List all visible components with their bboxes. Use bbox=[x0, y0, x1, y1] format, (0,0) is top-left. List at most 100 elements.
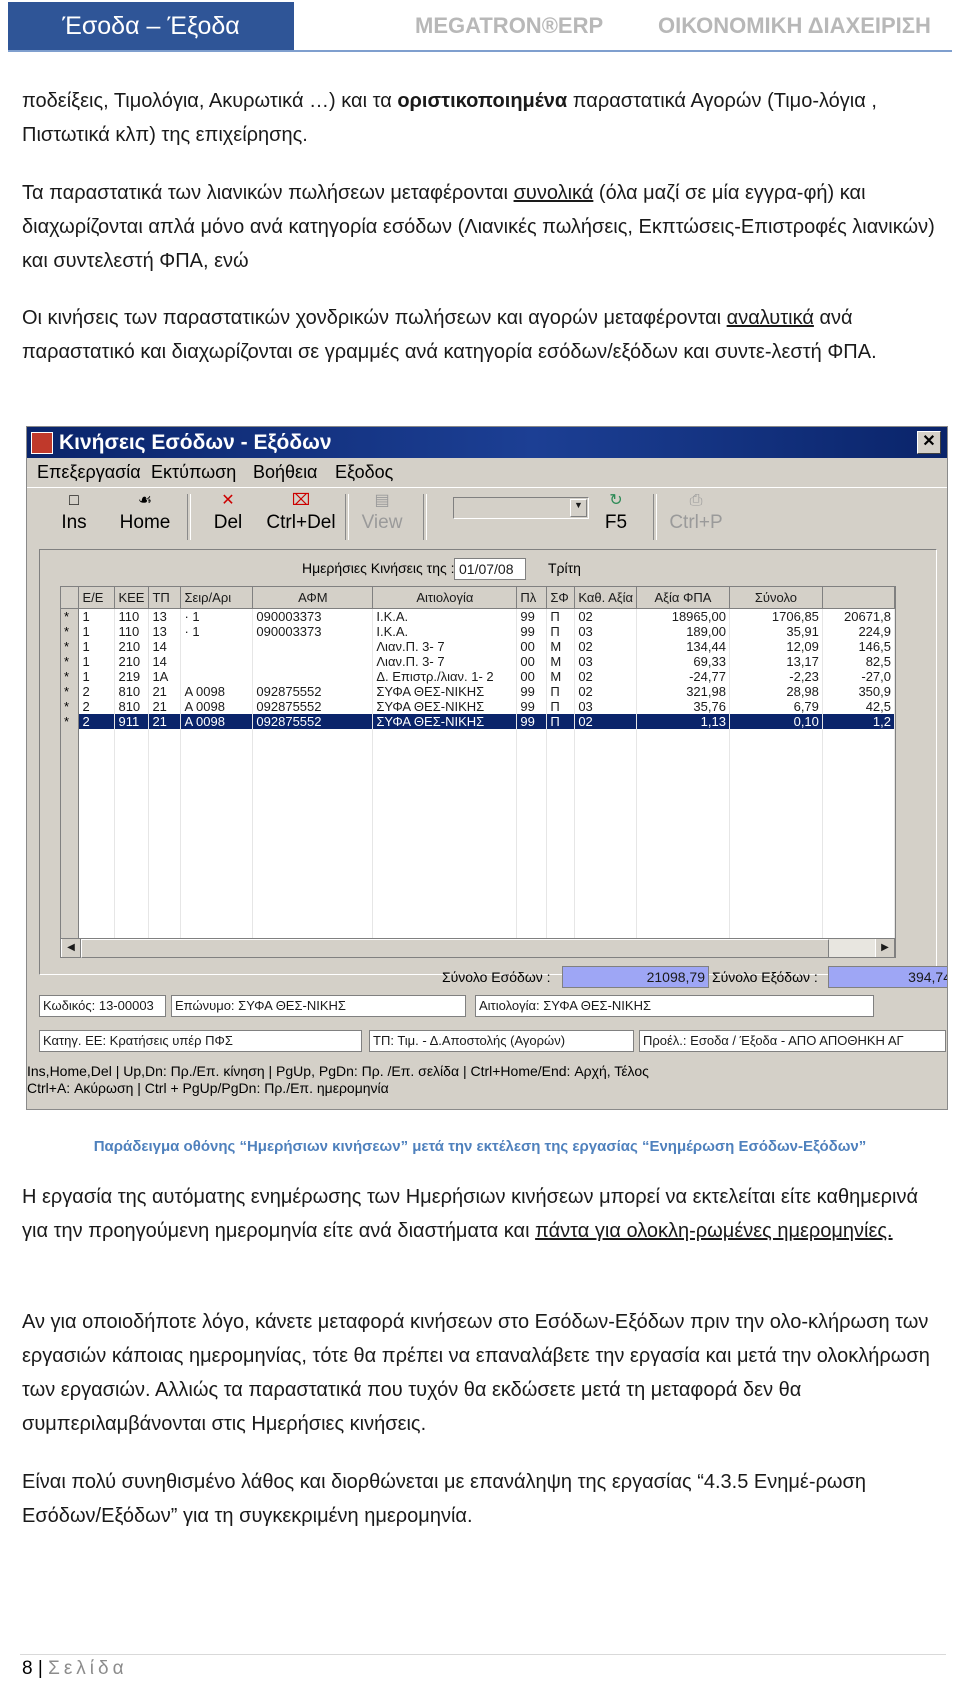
table-cell: 090003373 bbox=[252, 624, 374, 639]
table-cell: 321,98 bbox=[636, 684, 730, 699]
table-cell: 224,9 bbox=[822, 624, 895, 639]
table-cell bbox=[180, 669, 254, 684]
home-button[interactable]: ☙ Home bbox=[115, 490, 175, 544]
chevron-down-icon[interactable]: ▼ bbox=[570, 499, 587, 517]
table-cell bbox=[516, 789, 548, 804]
view-button[interactable]: ▤ View bbox=[357, 490, 407, 544]
table-cell bbox=[636, 864, 730, 879]
toolbar-separator bbox=[653, 494, 657, 540]
scroll-left-icon[interactable]: ◀ bbox=[61, 939, 81, 957]
ctrl-del-button[interactable]: ⌧ Ctrl+Del bbox=[263, 490, 339, 544]
table-cell bbox=[546, 894, 576, 909]
paragraph-3: Οι κινήσεις των παραστατικών χονδρικών π… bbox=[22, 301, 946, 369]
ins-button[interactable]: □ Ins bbox=[49, 490, 99, 544]
table-cell: 99 bbox=[516, 699, 548, 714]
footer-separator: | bbox=[32, 1658, 49, 1679]
table-row[interactable]: * 2 911 21 A 0098 092875552 ΣΥΦΑ ΘΕΣ-ΝΙΚΗΣ 99 Π 0… bbox=[61, 714, 895, 729]
table-cell bbox=[822, 894, 895, 909]
table-cell bbox=[729, 744, 823, 759]
table-cell: 1 bbox=[78, 608, 116, 624]
p2-underlined: συνολικά bbox=[513, 182, 594, 204]
table-cell bbox=[636, 819, 730, 834]
table-cell bbox=[822, 834, 895, 849]
table-cell: 18965,00 bbox=[636, 608, 730, 624]
table-cell bbox=[78, 909, 116, 924]
table-cell bbox=[180, 729, 254, 744]
column-header[interactable]: Αιτιολογία bbox=[372, 587, 518, 609]
delete-all-icon: ⌧ bbox=[291, 492, 311, 509]
empty-row bbox=[61, 894, 895, 909]
table-cell bbox=[516, 849, 548, 864]
table-cell bbox=[546, 834, 576, 849]
table-row[interactable]: * 1 219 1A Δ. Επιστρ./λιαν. 1- 2 00 Μ 02 -24,77-… bbox=[61, 669, 895, 684]
table-cell bbox=[252, 744, 374, 759]
menu-exit[interactable]: Εξοδος bbox=[335, 462, 393, 483]
table-cell bbox=[148, 894, 182, 909]
menu-help[interactable]: Βοήθεια bbox=[253, 462, 317, 483]
status-line-1: Ins,Home,Del | Up,Dn: Πρ./Επ. κίνηση | P… bbox=[27, 1063, 649, 1079]
close-button[interactable]: ✕ bbox=[917, 431, 941, 454]
table-row[interactable]: * 1 210 14 Λιαν.Π. 3- 7 00 Μ 03 69,33 13,17 82,5 bbox=[61, 654, 895, 669]
table-cell bbox=[372, 879, 518, 894]
table-cell bbox=[114, 924, 150, 939]
window-titlebar: Κινήσεις Εσόδων - Εξόδων ✕ bbox=[27, 427, 947, 458]
column-header[interactable]: Αξία ΦΠΑ bbox=[636, 587, 730, 609]
column-header[interactable]: Ε/Ε bbox=[78, 587, 116, 609]
table-cell bbox=[148, 909, 182, 924]
menu-print[interactable]: Εκτύπωση bbox=[151, 462, 236, 483]
p4-underlined: πάντα για ολοκλη-ρωμένες ημερομηνίες. bbox=[535, 1220, 893, 1242]
page-header: Έσοδα – Έξοδα MEGATRON®ERP ΟΙΚΟΝΟΜΙΚΗ ΔΙ… bbox=[0, 0, 960, 54]
table-cell bbox=[636, 789, 730, 804]
table-cell bbox=[636, 729, 730, 744]
table-cell bbox=[252, 894, 374, 909]
horizontal-scrollbar[interactable]: ◀ ▶ bbox=[60, 938, 896, 958]
del-button[interactable]: ✕ Del bbox=[203, 490, 253, 544]
table-row[interactable]: * 1 110 13 · 1 090003373 I.K.A. 99 Π 03 189,00 35,9… bbox=[61, 624, 895, 639]
day-name: Τρίτη bbox=[548, 560, 581, 576]
table-cell bbox=[729, 879, 823, 894]
table-cell bbox=[252, 909, 374, 924]
table-cell: A 0098 bbox=[180, 699, 254, 714]
column-header[interactable]: ΚΕΕ bbox=[114, 587, 150, 609]
row-marker bbox=[61, 864, 80, 879]
table-row[interactable]: * 2 810 21 A 0098 092875552 ΣΥΦΑ ΘΕΣ-ΝΙΚΗΣ 99 Π 0… bbox=[61, 699, 895, 714]
refresh-button[interactable]: ↻ F5 bbox=[593, 490, 639, 544]
table-cell bbox=[729, 834, 823, 849]
row-marker bbox=[61, 759, 80, 774]
table-row[interactable]: * 1 110 13 · 1 090003373 I.K.A. 99 Π 02 18965,00 17… bbox=[61, 608, 895, 624]
toolbar-separator bbox=[187, 494, 191, 540]
column-header[interactable]: ΑΦΜ bbox=[252, 587, 374, 609]
table-cell bbox=[114, 894, 150, 909]
date-field[interactable]: 01/07/08 bbox=[454, 558, 526, 580]
total-income-label: Σύνολο Εσόδων : bbox=[442, 969, 551, 985]
column-header[interactable] bbox=[822, 587, 895, 609]
table-cell bbox=[546, 879, 576, 894]
column-header[interactable]: Σειρ/Αρι bbox=[180, 587, 254, 609]
table-cell bbox=[114, 744, 150, 759]
scroll-right-icon[interactable]: ▶ bbox=[875, 939, 895, 957]
table-cell: I.K.A. bbox=[372, 608, 518, 624]
grid-body: * 1 110 13 · 1 090003373 I.K.A. 99 Π 02 18965,00 17… bbox=[61, 608, 895, 939]
table-cell bbox=[516, 774, 548, 789]
print-button[interactable]: ⎙ Ctrl+P bbox=[663, 490, 729, 544]
table-cell bbox=[148, 774, 182, 789]
table-row[interactable]: * 2 810 21 A 0098 092875552 ΣΥΦΑ ΘΕΣ-ΝΙΚΗΣ 99 Π 0… bbox=[61, 684, 895, 699]
menu-edit[interactable]: Επεξεργασία bbox=[37, 462, 141, 483]
scroll-thumb[interactable] bbox=[81, 939, 829, 958]
column-header[interactable]: Καθ. Αξία bbox=[574, 587, 637, 609]
movements-grid[interactable]: Ε/Ε ΚΕΕ ΤΠ Σειρ/Αρι ΑΦΜ Αιτιολογία Πλ ΣΦ… bbox=[60, 586, 896, 940]
column-header[interactable]: Σύνολο bbox=[729, 587, 823, 609]
table-cell bbox=[574, 909, 637, 924]
origin-field: Προέλ.: Εσοδα / Έξοδα - ΑΠΟ ΑΠΟΘΗΚΗ ΑΓ bbox=[639, 1030, 946, 1052]
column-header[interactable]: ΣΦ bbox=[546, 587, 576, 609]
table-cell: Μ bbox=[546, 639, 576, 654]
column-header[interactable]: Πλ bbox=[516, 587, 548, 609]
table-cell: 12,09 bbox=[729, 639, 823, 654]
filter-combo[interactable]: ▼ bbox=[453, 497, 589, 519]
table-cell bbox=[252, 789, 374, 804]
table-row[interactable]: * 1 210 14 Λιαν.Π. 3- 7 00 Μ 02 134,44 12,09 146,5 bbox=[61, 639, 895, 654]
table-cell bbox=[729, 774, 823, 789]
table-cell bbox=[729, 909, 823, 924]
table-cell bbox=[636, 894, 730, 909]
column-header[interactable]: ΤΠ bbox=[148, 587, 182, 609]
